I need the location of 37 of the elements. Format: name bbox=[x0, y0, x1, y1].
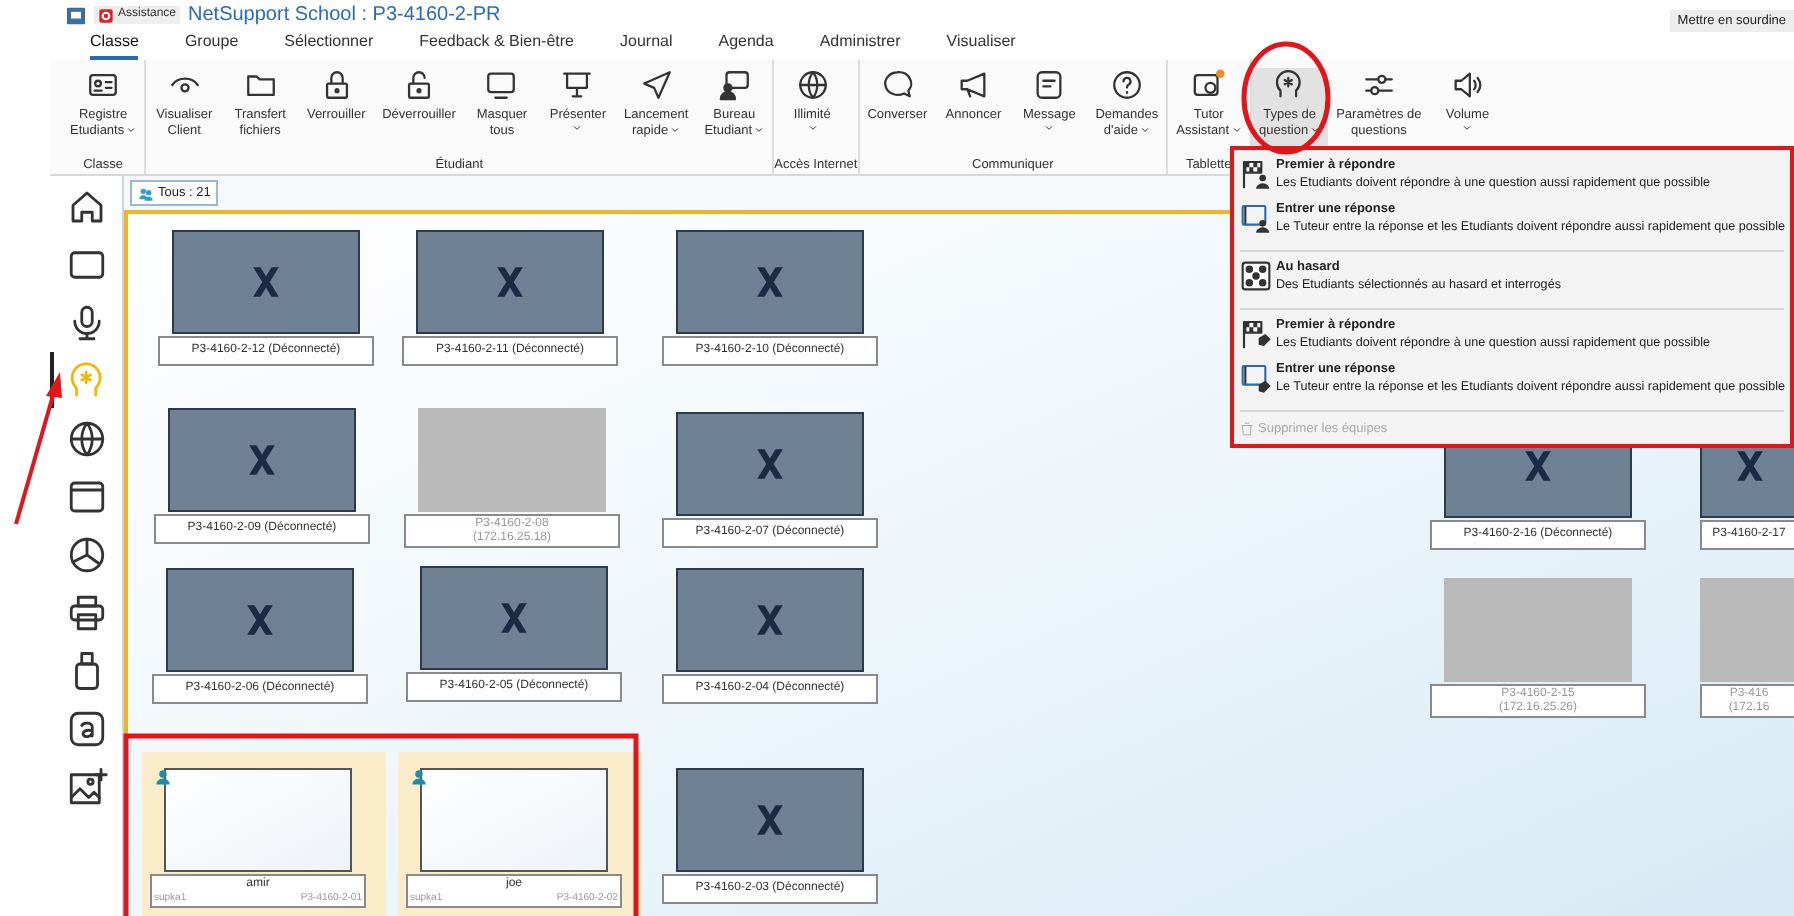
browser-window-icon[interactable] bbox=[65, 476, 107, 518]
screen-tag-icon bbox=[1240, 362, 1272, 394]
menu-tab[interactable]: Feedback & Bien-être bbox=[419, 30, 574, 60]
paper-plane-icon bbox=[639, 68, 674, 102]
pie-chart-icon[interactable] bbox=[65, 534, 107, 576]
at-sign-icon[interactable] bbox=[65, 708, 107, 750]
megaphone-icon bbox=[956, 68, 991, 102]
globe-icon bbox=[795, 68, 830, 102]
app-icon bbox=[66, 5, 86, 25]
monitor-person-icon bbox=[717, 68, 752, 102]
menu-tab[interactable]: Agenda bbox=[718, 30, 774, 60]
question-icon bbox=[1109, 68, 1144, 102]
checkered-flag-person-icon bbox=[1240, 158, 1272, 190]
user-icon bbox=[410, 768, 428, 786]
menu-tab[interactable]: Journal bbox=[620, 30, 673, 60]
menu-tab[interactable]: Visualiser bbox=[946, 30, 1016, 60]
image-icon[interactable] bbox=[65, 766, 107, 808]
speech-bubble-icon bbox=[880, 68, 915, 102]
window-title: NetSupport School : P3-4160-2-PR bbox=[188, 2, 501, 30]
trash-icon bbox=[1240, 422, 1254, 437]
head-asterisk-icon bbox=[1272, 68, 1307, 102]
menu-tab[interactable]: Sélectionner bbox=[284, 30, 374, 60]
people-icon bbox=[138, 185, 154, 201]
user-icon bbox=[154, 768, 172, 786]
monitor-icon bbox=[484, 68, 519, 102]
id-card-icon bbox=[86, 68, 121, 102]
speaker-icon bbox=[1450, 68, 1485, 102]
globe-icon[interactable] bbox=[65, 418, 107, 460]
screen-person-icon bbox=[1240, 202, 1272, 234]
printer-icon[interactable] bbox=[65, 592, 107, 634]
menu-tab[interactable]: Groupe bbox=[184, 30, 239, 60]
checkered-flag-tag-icon bbox=[1240, 318, 1272, 350]
menu-tab[interactable]: Administrer bbox=[819, 30, 901, 60]
lifebuoy-icon bbox=[98, 7, 114, 23]
dice-icon bbox=[1240, 260, 1272, 292]
presentation-board-icon bbox=[560, 68, 595, 102]
note-icon bbox=[1032, 68, 1067, 102]
